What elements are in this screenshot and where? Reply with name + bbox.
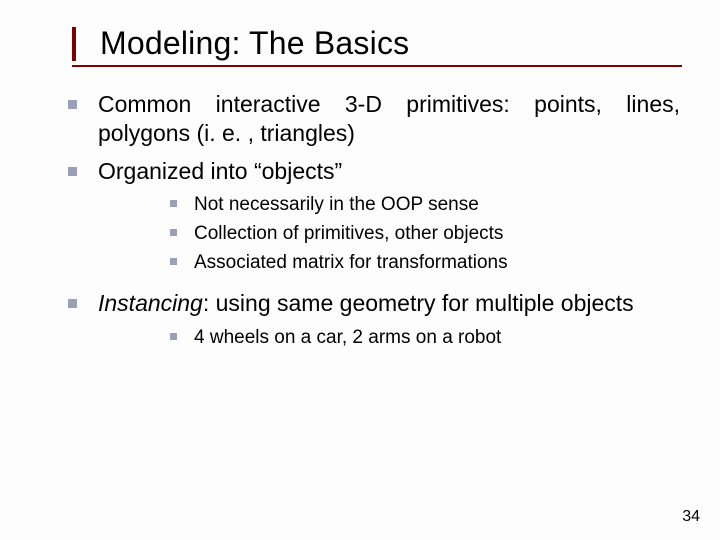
list-item: Common interactive 3-D primitives: point… [40,90,680,149]
bullet-text: Organized into “objects” [98,157,680,186]
bullet-list-level2: Not necessarily in the OOP sense Collect… [98,192,680,275]
bullet-text: Collection of primitives, other objects [194,223,503,244]
list-item: Not necessarily in the OOP sense [98,192,680,218]
bullet-text: Not necessarily in the OOP sense [194,194,479,215]
list-item: Collection of primitives, other objects [98,221,680,247]
slide: Modeling: The Basics Common interactive … [0,0,720,540]
bullet-text: 4 wheels on a car, 2 arms on a robot [194,327,501,348]
list-item: Organized into “objects” Not necessarily… [40,157,680,275]
slide-body: Common interactive 3-D primitives: point… [40,90,680,350]
slide-title: Modeling: The Basics [100,25,680,62]
list-item: Instancing: using same geometry for mult… [40,289,680,350]
bullet-text: Common interactive 3-D primitives: point… [98,90,680,149]
italic-term: Instancing [98,290,203,316]
list-item: 4 wheels on a car, 2 arms on a robot [98,325,680,351]
title-accent-bar [72,27,76,61]
bullet-text: Instancing: using same geometry for mult… [98,289,680,318]
bullet-list-level2: 4 wheels on a car, 2 arms on a robot [98,325,680,351]
bullet-text: Associated matrix for transformations [194,252,508,273]
title-block: Modeling: The Basics [100,25,680,62]
list-item: Associated matrix for transformations [98,250,680,276]
title-underline [72,65,682,67]
bullet-list-level1: Common interactive 3-D primitives: point… [40,90,680,350]
page-number: 34 [682,508,700,526]
bullet-text-rest: : using same geometry for multiple objec… [203,290,634,316]
